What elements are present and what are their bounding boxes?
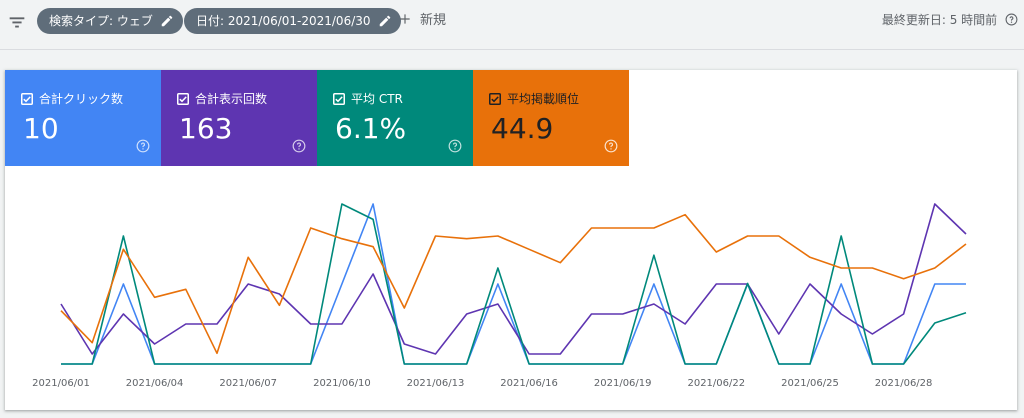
last-updated: 最終更新日: 5 時間前 (882, 11, 1018, 28)
x-tick-label: 2021/06/07 (219, 378, 277, 389)
x-tick-label: 2021/06/16 (500, 378, 558, 389)
search-type-filter-chip[interactable]: 検索タイプ: ウェブ (37, 8, 183, 34)
help-circle-icon[interactable] (292, 139, 306, 153)
report-toolbar: 検索タイプ: ウェブ 日付: 2021/06/01-2021/06/30 新規 … (0, 0, 1024, 50)
x-tick-label: 2021/06/22 (687, 378, 745, 389)
date-filter-chip[interactable]: 日付: 2021/06/01-2021/06/30 (184, 8, 401, 34)
metric-average-ctr[interactable]: 平均 CTR 6.1% (317, 70, 473, 166)
plus-icon (400, 14, 410, 24)
x-tick-label: 2021/06/01 (32, 378, 90, 389)
edit-pencil-icon[interactable] (378, 14, 392, 28)
metric-total-clicks[interactable]: 合計クリック数 10 (5, 70, 161, 166)
help-circle-icon[interactable] (136, 139, 150, 153)
series-line-average-ctr (61, 203, 967, 365)
edit-pencil-icon[interactable] (160, 14, 174, 28)
checkbox-checked-icon[interactable] (333, 93, 345, 105)
performance-line-chart: 2021/06/01 2021/06/04 2021/06/07 2021/06/10… (32, 203, 967, 389)
x-tick-label: 2021/06/13 (407, 378, 465, 389)
checkbox-checked-icon[interactable] (489, 93, 501, 105)
x-tick-label: 2021/06/28 (875, 378, 933, 389)
metric-value: 6.1% (335, 112, 407, 145)
metric-value: 163 (179, 112, 233, 145)
checkbox-checked-icon[interactable] (21, 93, 33, 105)
performance-card: 合計クリック数 10 合計表示回数 163 平均 CTR 6.1% 平均掲載順位… (5, 70, 1017, 410)
help-circle-icon[interactable] (604, 139, 618, 153)
x-tick-label: 2021/06/04 (126, 378, 184, 389)
chart-x-axis: 2021/06/01 2021/06/04 2021/06/07 2021/06/10… (32, 378, 932, 389)
metric-value: 44.9 (491, 112, 554, 145)
metric-label: 平均掲載順位 (507, 92, 580, 106)
help-circle-icon[interactable] (1005, 13, 1018, 26)
x-tick-label: 2021/06/25 (781, 378, 839, 389)
date-filter-label: 日付: 2021/06/01-2021/06/30 (196, 14, 371, 28)
search-type-filter-label: 検索タイプ: ウェブ (49, 14, 153, 28)
metric-label: 平均 CTR (351, 92, 403, 106)
help-circle-icon[interactable] (448, 139, 462, 153)
metric-total-impressions[interactable]: 合計表示回数 163 (161, 70, 317, 166)
last-updated-text: 最終更新日: 5 時間前 (881, 13, 998, 27)
metric-label: 合計クリック数 (39, 92, 124, 106)
metric-value: 10 (23, 112, 59, 145)
add-filter-label: 新規 (420, 13, 447, 28)
metric-average-position[interactable]: 平均掲載順位 44.9 (473, 70, 629, 166)
x-tick-label: 2021/06/10 (313, 378, 371, 389)
chart-series-layer (60, 203, 967, 365)
add-filter-button[interactable]: 新規 (398, 8, 446, 34)
metric-label: 合計表示回数 (195, 92, 268, 106)
checkbox-checked-icon[interactable] (177, 93, 189, 105)
x-tick-label: 2021/06/19 (594, 378, 652, 389)
filter-list-icon[interactable] (6, 11, 28, 33)
